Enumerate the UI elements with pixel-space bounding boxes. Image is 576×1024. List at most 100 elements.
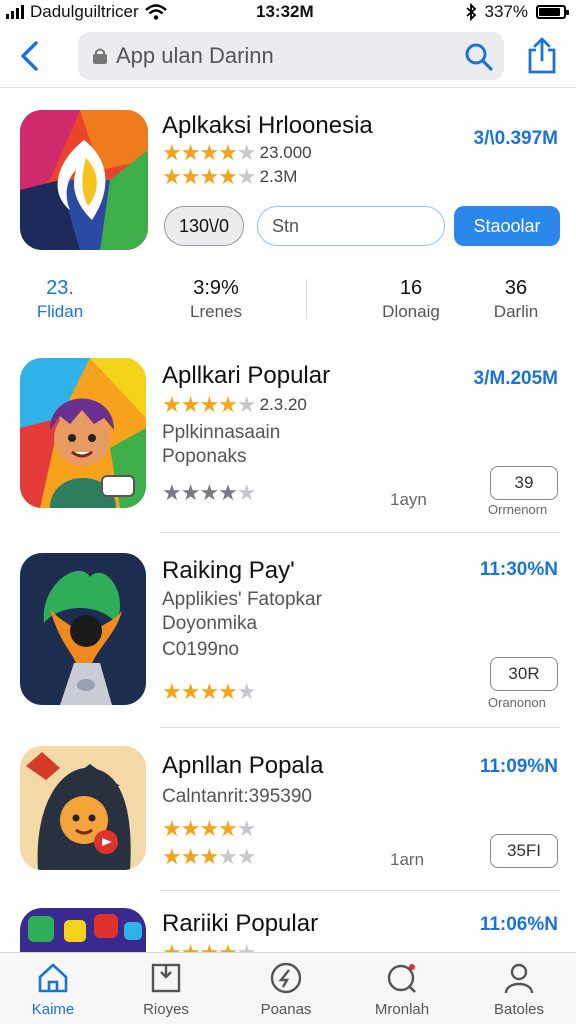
app-list-item[interactable]: Apnllan Popala 11:09%N Calntanrit:395390… xyxy=(0,738,576,888)
stat-value: 16 xyxy=(399,277,423,299)
app-subtitle: Applikies' Fatopkar xyxy=(162,589,322,610)
signal-icon xyxy=(6,5,24,19)
stat-item: 23. Flidan xyxy=(30,277,90,322)
app-button-caption: Orrnenorn xyxy=(488,502,548,517)
app-title: Raiking Pay' xyxy=(162,557,295,584)
featured-app-price: 3/\0.397M xyxy=(473,128,559,149)
row-divider xyxy=(160,532,560,533)
row-divider xyxy=(160,890,560,891)
app-action-button[interactable]: 30R xyxy=(490,657,558,691)
app-subtitle: C0199no xyxy=(162,639,240,660)
app-price: 11:06%N xyxy=(479,914,558,935)
app-list-item[interactable]: Rariiki Popular 11:06%N ★★★★★ xyxy=(0,900,576,952)
home-icon xyxy=(38,963,68,993)
document-icon xyxy=(151,963,181,993)
lock-icon xyxy=(93,48,107,64)
star-rating-icon: ★★★★★ xyxy=(162,844,257,869)
app-icon[interactable] xyxy=(20,746,146,870)
share-icon[interactable] xyxy=(526,36,558,74)
tab-label: Batoles xyxy=(493,1001,545,1018)
search-circle-icon xyxy=(387,964,416,993)
featured-rating-value-2: 2.3M xyxy=(259,167,298,186)
stat-value: 23. xyxy=(46,277,74,299)
app-rating-row-secondary: ★★★★★ xyxy=(162,844,257,869)
stat-label: Dlonaig xyxy=(382,302,440,321)
featured-rating-row-2: ★★★★★ 2.3M xyxy=(162,166,297,188)
featured-rating-value-1: 23.000 xyxy=(259,143,312,162)
app-subtitle: Pplkinnasaain xyxy=(162,422,281,443)
bluetooth-icon xyxy=(465,3,476,21)
app-icon[interactable] xyxy=(20,358,146,508)
star-rating-icon: ★★★★★ xyxy=(162,480,257,505)
app-rating-value: 2.3.20 xyxy=(259,395,307,414)
app-price: 3/M.205M xyxy=(473,368,558,389)
stat-divider xyxy=(306,279,307,319)
battery-icon xyxy=(536,5,569,19)
app-icon[interactable] xyxy=(20,908,146,952)
battery-percent: 337% xyxy=(484,2,528,21)
person-icon xyxy=(504,963,534,994)
app-price: 11:09%N xyxy=(479,756,558,777)
stat-item: 16 Dlonaig xyxy=(376,277,446,322)
featured-app-icon[interactable] xyxy=(20,110,148,250)
app-list-item[interactable]: Apllkari Popular 3/M.205M ★★★★★ 2.3.20 P… xyxy=(0,350,576,530)
stat-label: Flidan xyxy=(36,302,84,321)
star-rating-icon: ★★★★★ xyxy=(162,392,257,417)
carrier-group: Dadulguiltricer xyxy=(6,2,167,22)
tab-label: Rioyes xyxy=(143,1001,189,1018)
tab-home[interactable]: Kaime xyxy=(3,961,103,1018)
featured-rating-row-1: ★★★★★ 23.000 xyxy=(162,142,312,164)
app-rating-row: ★★★★★ xyxy=(162,679,257,704)
back-chevron-icon[interactable] xyxy=(14,38,46,74)
app-price: 11:30%N xyxy=(479,559,558,580)
app-subtitle: Calntanrit:395390 xyxy=(162,786,312,807)
app-subtitle: Poponaks xyxy=(162,446,247,467)
app-title: Apnllan Popala xyxy=(162,752,324,779)
star-rating-icon: ★★★★★ xyxy=(162,140,257,165)
star-rating-icon: ★★★★★ xyxy=(162,679,257,704)
clock: 13:32M xyxy=(256,2,314,21)
star-rating-icon: ★★★★★ xyxy=(162,816,257,841)
app-meta: 1arn xyxy=(390,850,425,869)
tab-profile[interactable]: Batoles xyxy=(469,961,569,1018)
stat-value: 36 xyxy=(504,277,528,299)
featured-app[interactable]: Aplkaksi Hrloonesia 3/\0.397M ★★★★★ 23.0… xyxy=(0,96,576,266)
tab-reviews[interactable]: Rioyes xyxy=(116,961,216,1018)
stat-value: 3:9% xyxy=(193,277,239,299)
wifi-icon xyxy=(144,4,167,20)
app-rating-row-secondary: ★★★★★ xyxy=(162,480,257,505)
featured-app-title: Aplkaksi Hrloonesia xyxy=(162,112,373,139)
featured-mid-button[interactable]: Stn xyxy=(257,206,445,246)
featured-get-button[interactable]: Staoolar xyxy=(454,206,560,246)
tab-search[interactable]: Mronlah xyxy=(352,961,452,1018)
stat-label: Darlin xyxy=(493,302,539,321)
status-right: 337% xyxy=(465,2,569,22)
star-rating-icon: ★★★★★ xyxy=(162,942,257,953)
carrier-name: Dadulguiltricer xyxy=(30,2,139,21)
stats-row: 23. Flidan 3:9% Lrenes 16 Dlonaig 36 Dar… xyxy=(0,275,576,335)
search-bar[interactable] xyxy=(78,32,504,80)
app-title: Rariiki Popular xyxy=(162,910,319,937)
navigation-bar xyxy=(0,30,576,88)
featured-left-button[interactable]: 130\/0 xyxy=(164,206,244,246)
search-icon[interactable] xyxy=(464,42,494,72)
app-icon[interactable] xyxy=(20,553,146,705)
app-action-button[interactable]: 39 xyxy=(490,466,558,500)
status-bar: Dadulguiltricer 13:32M 337% xyxy=(0,0,576,24)
stat-label: Lrenes xyxy=(190,302,242,321)
app-list-item[interactable]: Raiking Pay' 11:30%N Applikies' Fatopkar… xyxy=(0,545,576,725)
tab-games[interactable]: Poanas xyxy=(236,961,336,1018)
tab-bar: Kaime Rioyes Poanas Mronlah Batoles xyxy=(0,952,576,1024)
tab-label: Mronlah xyxy=(374,1001,430,1018)
search-input[interactable] xyxy=(116,43,436,69)
app-action-button[interactable]: 35FI xyxy=(490,834,558,868)
app-subtitle: Doyonmika xyxy=(162,613,258,634)
tab-label: Poanas xyxy=(260,1001,312,1018)
app-meta: 1ayn xyxy=(390,490,427,509)
stat-item: 36 Darlin xyxy=(484,277,548,322)
app-rating-row: ★★★★★ xyxy=(162,816,257,841)
app-rating-row: ★★★★★ 2.3.20 xyxy=(162,394,307,416)
app-button-caption: Oranonon xyxy=(488,695,546,710)
row-divider xyxy=(160,727,560,728)
app-rating-row: ★★★★★ xyxy=(162,942,257,953)
